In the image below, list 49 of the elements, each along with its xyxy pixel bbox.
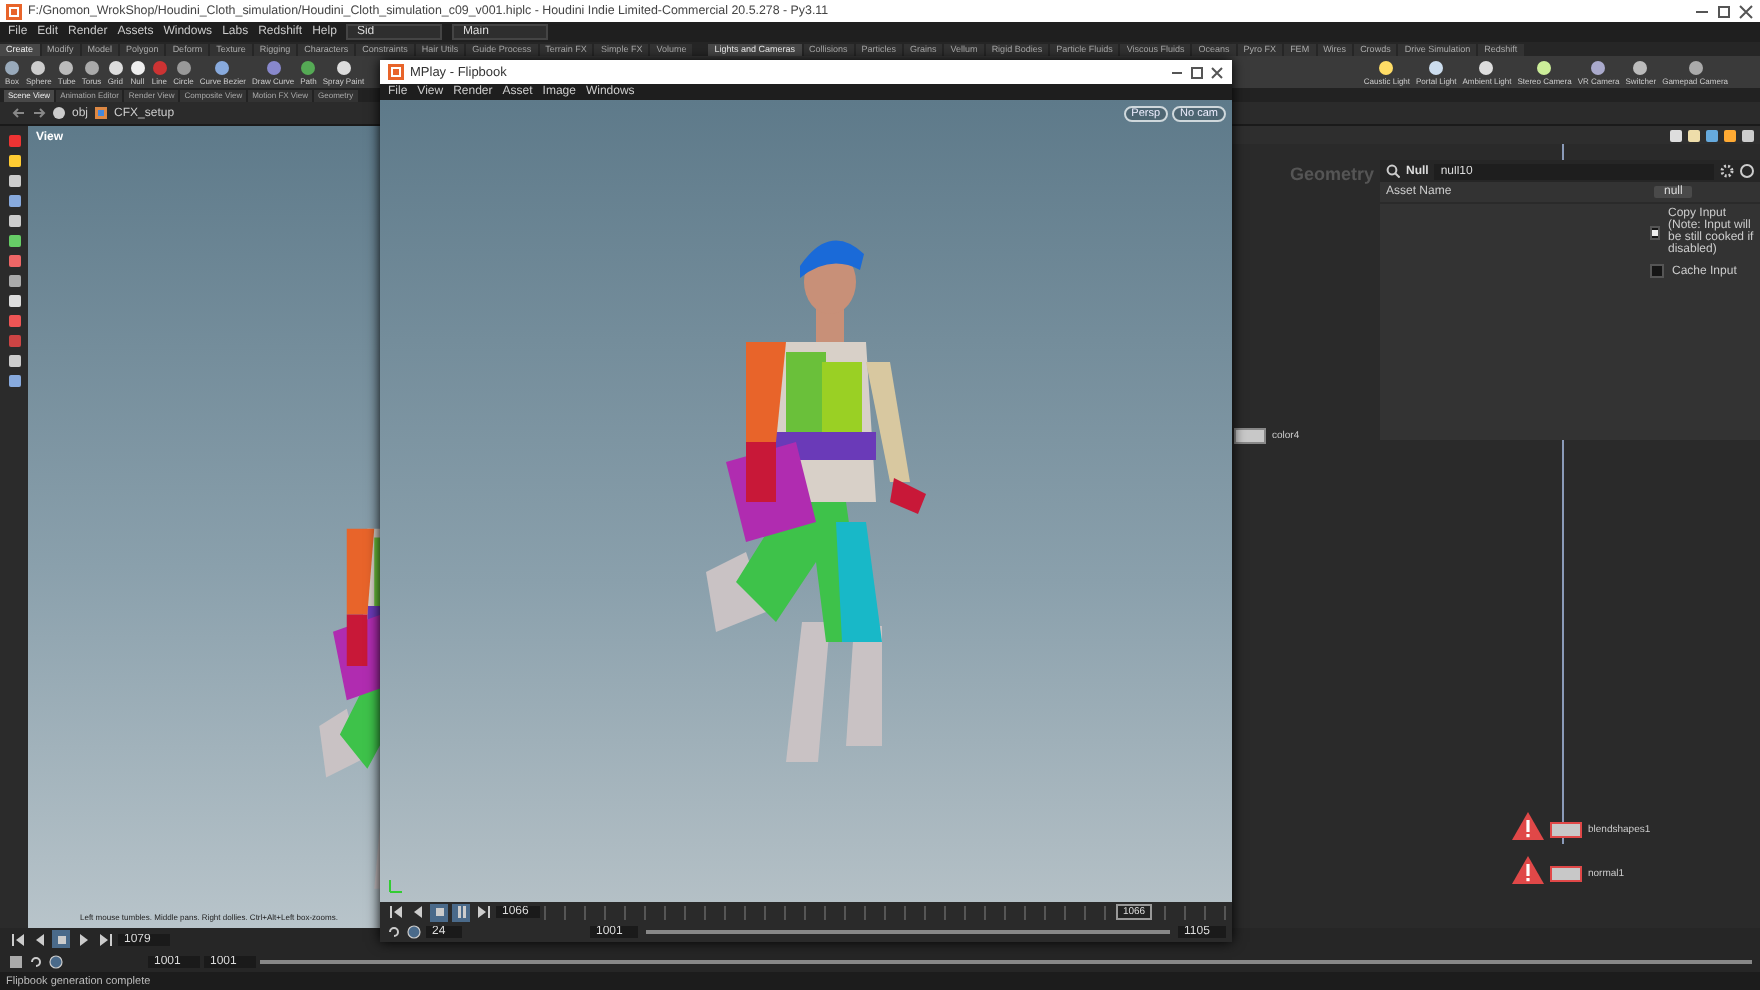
tool-icon [214,59,231,75]
checkbox[interactable] [1650,225,1660,239]
warning-icon [1512,812,1544,840]
realtime-icon [406,924,422,940]
stop-icon [431,904,447,920]
last-button[interactable] [96,930,114,948]
checkbox[interactable] [1650,264,1664,278]
pause-button[interactable] [452,903,470,921]
close-icon [1210,65,1224,79]
loop-icon [386,924,402,940]
first-icon [9,931,25,947]
node-tile[interactable] [1550,822,1582,838]
tool-icon [300,59,317,75]
tool-icon [1478,59,1495,75]
axis-gizmo-icon [388,878,404,894]
node-icon [94,106,109,120]
keyframe-icon [8,953,24,969]
help-icon [1740,164,1754,178]
forward-arrow-icon [32,106,46,120]
tool-icon [335,59,352,75]
first-icon [387,904,403,920]
loop-icon [28,953,44,969]
tool-icon [1590,59,1607,75]
last-button[interactable] [474,903,492,921]
stop-button[interactable] [430,903,448,921]
node-tile[interactable] [1550,866,1582,882]
back-arrow-icon [12,106,26,120]
last-icon [97,931,113,947]
last-icon [475,904,491,920]
search-icon [1386,164,1400,178]
play-button[interactable] [74,930,92,948]
tool-icon [1687,59,1704,75]
tool-icon [1428,59,1445,75]
tool-icon [1536,59,1553,75]
pause-icon [453,904,469,920]
tool-icon [1632,59,1649,75]
warning-icon [1512,856,1544,884]
node-icon [52,106,66,120]
close-icon [1738,3,1754,19]
tool-icon [1378,59,1395,75]
node-tile[interactable] [1234,428,1266,444]
tool-icon [265,59,282,75]
gear-icon [1720,164,1734,178]
realtime-icon [48,953,64,969]
first-button[interactable] [386,903,404,921]
maximize-icon [1716,3,1732,19]
stop-icon [53,931,69,947]
maximize-icon [1190,65,1204,79]
first-button[interactable] [8,930,26,948]
